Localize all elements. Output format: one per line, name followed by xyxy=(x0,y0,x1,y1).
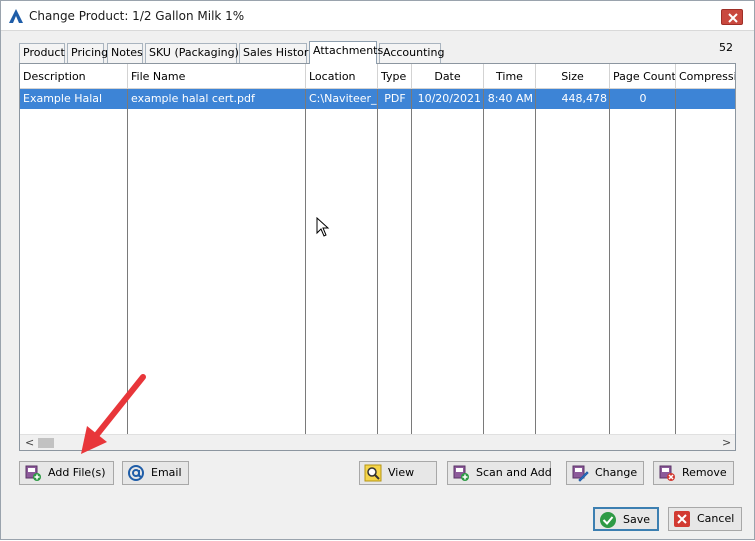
cancel-label: Cancel xyxy=(697,512,735,525)
column-divider xyxy=(305,89,306,434)
column-header-type[interactable]: Type xyxy=(378,64,412,89)
column-divider xyxy=(377,89,378,434)
cell-type: PDF xyxy=(384,92,406,105)
scroll-right-arrow[interactable]: > xyxy=(722,435,731,451)
edit-pencil-icon xyxy=(572,465,589,482)
cell-size: 448,478 xyxy=(561,92,608,105)
cell-page-count: 0 xyxy=(639,92,647,105)
magnifier-icon xyxy=(364,464,382,482)
at-sign-icon xyxy=(128,465,144,481)
cell-compression xyxy=(676,89,735,109)
column-divider xyxy=(675,89,676,434)
grid-header: Description File Name Location Type Date… xyxy=(20,64,735,89)
checkmark-icon xyxy=(600,512,616,528)
tab-notes[interactable]: Notes xyxy=(107,43,143,63)
close-icon xyxy=(728,13,738,23)
tab-product[interactable]: Product xyxy=(19,43,65,63)
cell-description: Example Halal xyxy=(23,92,103,105)
change-product-dialog: Change Product: 1/2 Gallon Milk 1% Produ… xyxy=(0,0,755,540)
cell-date: 10/20/2021 xyxy=(417,92,481,105)
tab-accounting[interactable]: Accounting xyxy=(379,43,444,63)
title-bar[interactable]: Change Product: 1/2 Gallon Milk 1% xyxy=(1,1,754,31)
add-file-icon xyxy=(25,465,41,481)
column-header-description[interactable]: Description xyxy=(20,64,128,89)
column-header-location[interactable]: Location xyxy=(306,64,378,89)
x-icon xyxy=(674,511,690,527)
scanner-icon xyxy=(453,465,469,481)
save-button[interactable]: Save xyxy=(593,507,659,531)
column-divider xyxy=(535,89,536,434)
tab-attachments[interactable]: Attachments xyxy=(309,41,383,64)
column-header-file-name[interactable]: File Name xyxy=(128,64,306,89)
column-divider xyxy=(411,89,412,434)
change-label: Change xyxy=(595,466,638,479)
horizontal-scrollbar[interactable]: < > xyxy=(20,434,735,450)
cell-file-name: example halal cert.pdf xyxy=(131,92,255,105)
scroll-left-arrow[interactable]: < xyxy=(25,435,34,451)
scroll-thumb[interactable] xyxy=(38,438,54,448)
save-label: Save xyxy=(623,513,651,526)
column-header-page-count[interactable]: Page Count xyxy=(610,64,676,89)
tab-sales-history[interactable]: Sales History xyxy=(239,43,315,63)
column-divider xyxy=(609,89,610,434)
remove-file-icon xyxy=(659,465,675,481)
column-divider xyxy=(127,89,128,434)
window-title: Change Product: 1/2 Gallon Milk 1% xyxy=(29,9,245,23)
remove-button[interactable]: Remove xyxy=(653,461,734,485)
record-count: 52 xyxy=(719,41,733,54)
tab-sku-packaging[interactable]: SKU (Packaging) xyxy=(145,43,239,63)
view-button[interactable]: View xyxy=(359,461,437,485)
attachments-grid[interactable]: Description File Name Location Type Date… xyxy=(19,63,736,451)
add-files-button[interactable]: Add File(s) xyxy=(19,461,114,485)
change-button[interactable]: Change xyxy=(566,461,644,485)
cell-time: 8:40 AM xyxy=(487,92,533,105)
close-button[interactable] xyxy=(721,9,743,25)
mouse-cursor-icon xyxy=(316,217,330,237)
naviteer-logo-icon xyxy=(9,9,23,23)
column-header-size[interactable]: Size xyxy=(536,64,610,89)
email-button[interactable]: Email xyxy=(122,461,189,485)
column-divider xyxy=(483,89,484,434)
add-files-label: Add File(s) xyxy=(48,466,106,479)
column-header-date[interactable]: Date xyxy=(412,64,484,89)
cancel-button[interactable]: Cancel xyxy=(668,507,742,531)
remove-label: Remove xyxy=(682,466,727,479)
tab-pricing[interactable]: Pricing xyxy=(67,43,108,63)
scan-and-add-label: Scan and Add xyxy=(476,466,552,479)
view-label: View xyxy=(388,466,415,479)
column-header-compression[interactable]: Compression xyxy=(676,64,735,89)
cell-location: C:\Naviteer_B xyxy=(309,92,378,105)
scan-and-add-button[interactable]: Scan and Add xyxy=(447,461,552,485)
column-header-time[interactable]: Time xyxy=(484,64,536,89)
email-label: Email xyxy=(151,466,182,479)
